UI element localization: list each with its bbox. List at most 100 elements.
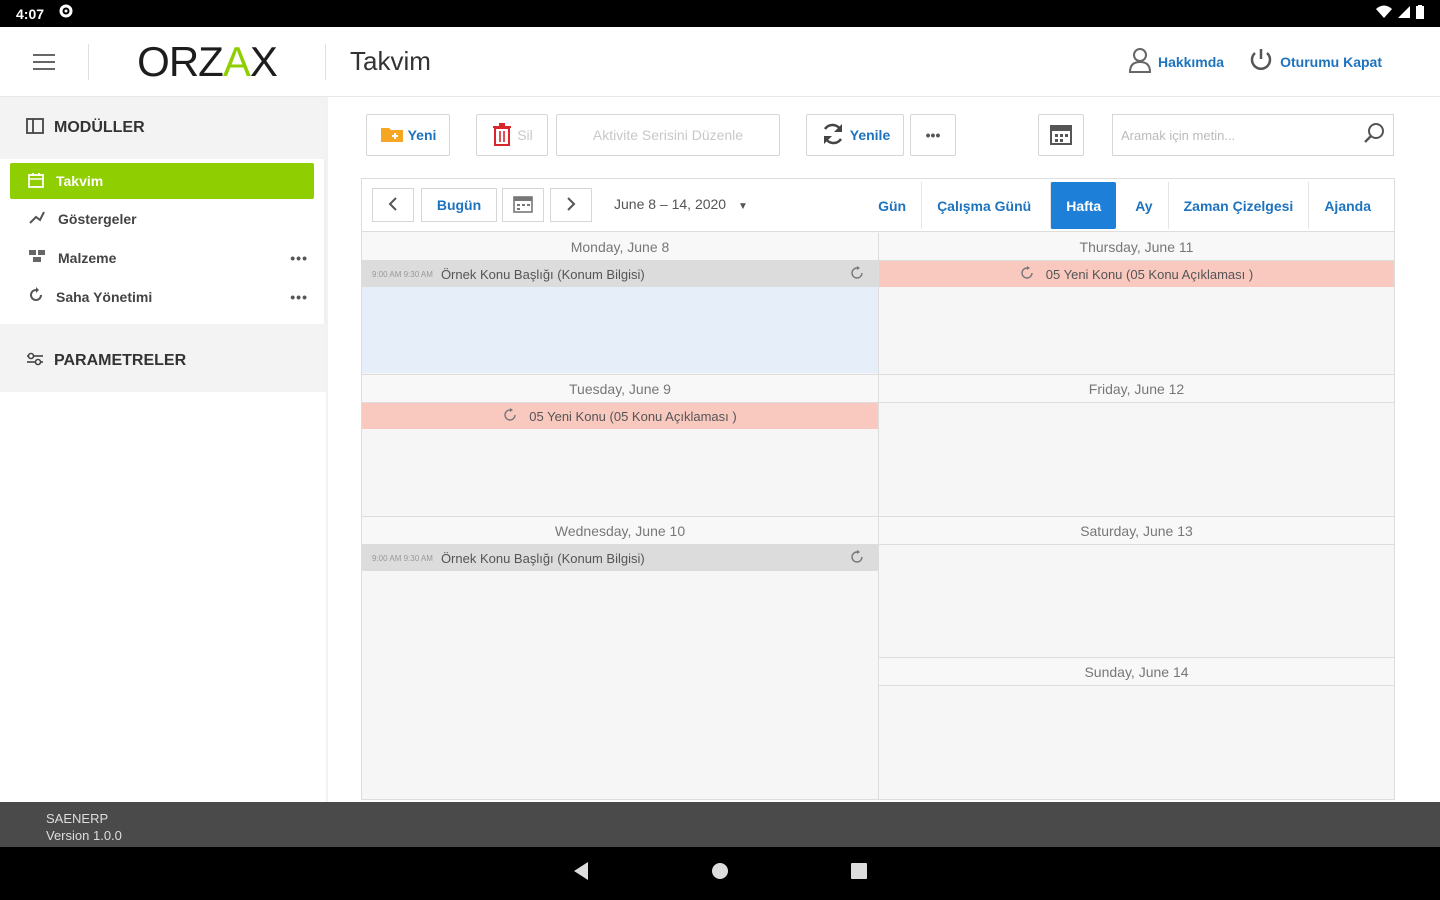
day-cell-wednesday[interactable]: Wednesday, June 10 9:00 AM 9:30 AM Örnek…	[362, 517, 879, 799]
view-switcher: Gün Çalışma Günü Hafta Ay Zaman Çizelges…	[863, 182, 1386, 229]
refresh-icon	[28, 287, 44, 306]
selected-time-slot[interactable]	[362, 287, 878, 373]
orzax-logo: ORZ A X	[89, 38, 325, 86]
chevron-right-icon	[565, 196, 577, 215]
day-header: Sunday, June 14	[879, 658, 1394, 686]
calendar-icon	[513, 195, 533, 216]
today-label: Bugün	[436, 197, 482, 213]
search-input[interactable]	[1121, 127, 1363, 143]
sidebar-item-gostergeler[interactable]: Göstergeler	[10, 199, 314, 238]
view-week[interactable]: Hafta	[1050, 182, 1117, 229]
refresh-button[interactable]: Yenile	[806, 114, 904, 156]
search-box	[1112, 114, 1394, 156]
appointment-time: 9:00 AM 9:30 AM	[372, 553, 433, 563]
new-button[interactable]: Yeni	[366, 114, 450, 156]
app-footer: SAENERP Version 1.0.0	[0, 802, 1440, 847]
parameters-title: PARAMETRELER	[54, 352, 187, 369]
calendar-button[interactable]	[502, 188, 544, 222]
logo-text-end: X	[249, 37, 278, 85]
more-label: •••	[925, 127, 941, 143]
appointment-time: 9:00 AM 9:30 AM	[372, 269, 433, 279]
sidebar-border	[326, 97, 328, 802]
appointment[interactable]: 9:00 AM 9:30 AM Örnek Konu Başlığı (Konu…	[362, 261, 878, 287]
more-options-button[interactable]: •••	[910, 114, 956, 156]
view-day[interactable]: Gün	[863, 182, 921, 229]
next-button[interactable]	[550, 188, 592, 222]
calendar-picker-button[interactable]	[1038, 114, 1084, 156]
footer-app-name: SAENERP	[46, 811, 109, 826]
day-header: Friday, June 12	[879, 375, 1394, 403]
refresh-icon	[820, 121, 846, 150]
edit-series-button[interactable]: Aktivite Serisini Düzenle	[556, 114, 780, 156]
modules-title: MODÜLLER	[54, 119, 145, 136]
sidebar-item-saha-yonetimi[interactable]: Saha Yönetimi •••	[10, 277, 314, 316]
sidebar-item-label: Takvim	[56, 173, 104, 189]
recurrence-icon	[850, 549, 864, 567]
sidebar-item-takvim[interactable]: Takvim	[10, 163, 314, 199]
page-title: Takvim	[350, 46, 431, 76]
today-button[interactable]: Bugün	[421, 188, 497, 222]
sidebar-item-label: Malzeme	[58, 249, 117, 266]
signal-icon	[1398, 5, 1410, 22]
view-work-week[interactable]: Çalışma Günü	[921, 182, 1046, 229]
sidebar: MODÜLLER Takvim Göstergeler Malzeme ••• …	[0, 97, 328, 802]
android-nav-bar	[0, 847, 1440, 900]
gauge-icon	[28, 209, 46, 228]
more-options-icon[interactable]: •••	[290, 250, 308, 266]
new-label: Yeni	[407, 127, 437, 143]
home-icon[interactable]	[710, 861, 730, 886]
sidebar-item-label: Göstergeler	[58, 210, 137, 227]
prev-button[interactable]	[372, 188, 414, 222]
appointment[interactable]: 05 Yeni Konu (05 Konu Açıklaması )	[362, 403, 878, 429]
logo-text: ORZ	[137, 37, 224, 85]
recurrence-icon	[503, 407, 517, 425]
parameters-section-header[interactable]: PARAMETRELER	[0, 330, 328, 392]
menu-icon[interactable]	[0, 53, 88, 70]
modules-icon	[26, 117, 44, 139]
logout-button[interactable]: Oturumu Kapat	[1248, 47, 1382, 76]
delete-button[interactable]: Sil	[476, 114, 548, 156]
day-cell-saturday[interactable]: Saturday, June 13	[879, 517, 1394, 658]
settings-gear-icon	[58, 3, 74, 24]
view-month[interactable]: Ay	[1120, 182, 1167, 229]
power-icon	[1248, 47, 1274, 76]
day-header: Tuesday, June 9	[362, 375, 878, 403]
search-icon[interactable]	[1363, 122, 1385, 149]
edit-series-label: Aktivite Serisini Düzenle	[592, 127, 744, 143]
day-cell-tuesday[interactable]: Tuesday, June 9 05 Yeni Konu (05 Konu Aç…	[362, 375, 879, 517]
day-cell-friday[interactable]: Friday, June 12	[879, 375, 1394, 517]
about-label: Hakkımda	[1157, 53, 1225, 70]
appointment[interactable]: 05 Yeni Konu (05 Konu Açıklaması )	[879, 261, 1394, 287]
recents-icon[interactable]	[850, 862, 868, 885]
folder-add-icon	[380, 125, 404, 146]
caret-down-icon: ▼	[738, 201, 748, 212]
boxes-icon	[28, 248, 46, 267]
appointment-title: 05 Yeni Konu (05 Konu Açıklaması )	[529, 408, 737, 424]
chevron-left-icon	[387, 196, 399, 215]
about-button[interactable]: Hakkımda	[1128, 47, 1224, 76]
day-cell-thursday[interactable]: Thursday, June 11 05 Yeni Konu (05 Konu …	[879, 233, 1394, 375]
date-range-text: June 8 – 14, 2020	[614, 196, 727, 212]
battery-icon	[1416, 5, 1424, 22]
day-cell-sunday[interactable]: Sunday, June 14	[879, 658, 1394, 799]
appointment-title: Örnek Konu Başlığı (Konum Bilgisi)	[440, 550, 645, 566]
scheduler: Bugün June 8 – 14, 2020 ▼ Gün Çalışma Gü…	[361, 178, 1395, 800]
day-cell-monday[interactable]: Monday, June 8 9:00 AM 9:30 AM Örnek Kon…	[362, 233, 879, 375]
sidebar-item-malzeme[interactable]: Malzeme •••	[10, 238, 314, 277]
view-agenda[interactable]: Ajanda	[1308, 182, 1386, 229]
recurrence-icon	[1020, 265, 1034, 283]
back-icon[interactable]	[572, 861, 590, 886]
day-header: Wednesday, June 10	[362, 517, 878, 545]
trash-icon	[491, 122, 513, 149]
day-header: Saturday, June 13	[879, 517, 1394, 545]
logo-accent: A	[222, 37, 251, 85]
date-range-selector[interactable]: June 8 – 14, 2020 ▼	[614, 196, 748, 212]
more-options-icon[interactable]: •••	[290, 289, 308, 305]
appointment[interactable]: 9:00 AM 9:30 AM Örnek Konu Başlığı (Konu…	[362, 545, 878, 571]
modules-section-header[interactable]: MODÜLLER	[0, 97, 328, 159]
appointment-title: 05 Yeni Konu (05 Konu Açıklaması )	[1045, 266, 1254, 282]
main-toolbar: Yeni Sil Aktivite Serisini Düzenle Yenil…	[366, 114, 1396, 158]
view-timeline[interactable]: Zaman Çizelgesi	[1167, 182, 1309, 229]
header-divider	[325, 43, 326, 80]
day-header: Thursday, June 11	[879, 233, 1394, 261]
